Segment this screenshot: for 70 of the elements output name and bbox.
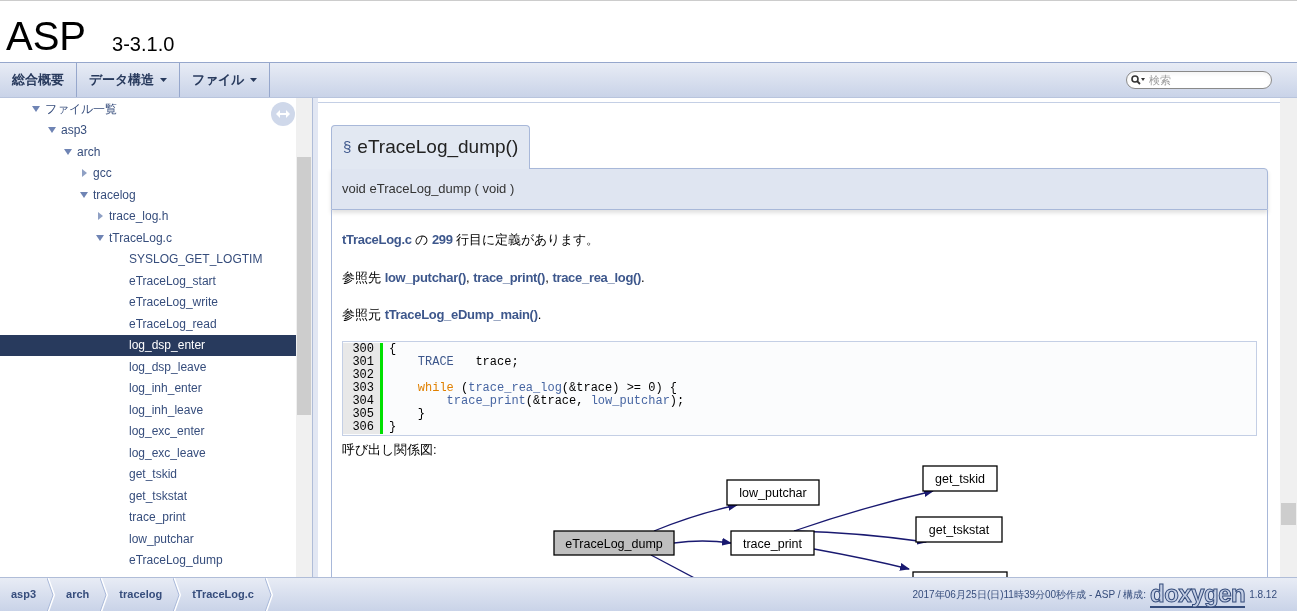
doxygen-version: 1.8.12	[1249, 588, 1277, 602]
tree-item[interactable]: ファイル一覧	[0, 98, 296, 120]
sync-icon[interactable]	[271, 102, 295, 126]
line-number: 300	[343, 342, 383, 356]
definition-text: tTraceLog.c の 299 行目に定義があります。	[342, 231, 601, 249]
tree-item[interactable]: log_exc_leave	[0, 442, 296, 464]
code-line: }	[388, 420, 397, 434]
nav-tab[interactable]: 総合概要	[0, 63, 77, 97]
tree-item[interactable]: log_dsp_enter	[0, 334, 296, 356]
nav-tab[interactable]: ファイル	[180, 63, 270, 97]
project-version: 3-3.1.0	[112, 34, 175, 54]
tree-item[interactable]: low_putchar	[0, 528, 296, 550]
tree-item[interactable]: log_dsp_leave	[0, 356, 296, 378]
tree-item[interactable]: log_inh_leave	[0, 399, 296, 421]
graph-title: 呼び出し関係図:	[342, 440, 438, 459]
tree-item[interactable]: SYSLOG_GET_LOGTIM	[0, 248, 296, 270]
splitter[interactable]	[312, 98, 318, 577]
graph-node[interactable]: get_tskid	[922, 465, 998, 492]
generated-text: 2017年06月25日(日)11時39分00秒作成 - ASP / 構成:	[912, 588, 1146, 602]
tree-item[interactable]: log_exc_enter	[0, 420, 296, 442]
tree-item[interactable]: trace_print	[0, 506, 296, 528]
breadcrumb[interactable]: arch	[55, 586, 101, 603]
search-icon	[1131, 75, 1145, 85]
link[interactable]: 299	[431, 232, 453, 247]
tree-item[interactable]: arch	[0, 141, 296, 163]
collapsed-arrow-icon[interactable]	[80, 169, 88, 178]
scrollbar[interactable]	[296, 98, 312, 577]
code-line: {	[388, 342, 397, 356]
caret-icon	[250, 78, 257, 82]
code-line: TRACE trace;	[416, 355, 519, 369]
caret-icon	[160, 78, 167, 82]
project-title: ASP	[6, 16, 87, 56]
tree-item[interactable]: log_inh_enter	[0, 377, 296, 399]
tree-item[interactable]: get_tskstat	[0, 485, 296, 507]
tree-item[interactable]: eTraceLog_write	[0, 291, 296, 313]
breadcrumb[interactable]: asp3	[0, 586, 48, 603]
expanded-arrow-icon[interactable]	[32, 104, 40, 113]
expanded-arrow-icon[interactable]	[64, 147, 72, 156]
nav-tab[interactable]: データ構造	[77, 63, 180, 97]
link[interactable]: low_putchar()	[384, 269, 466, 285]
graph-node[interactable]: get_tskstat	[915, 516, 1003, 543]
tree-item[interactable]: get_tskid	[0, 463, 296, 485]
collapsed-arrow-icon[interactable]	[96, 212, 104, 221]
graph-node[interactable]: low_putchar	[726, 479, 820, 506]
code-line: }	[416, 407, 425, 421]
call-arrow	[673, 537, 732, 546]
tree-item[interactable]: asp3	[0, 119, 296, 141]
expanded-arrow-icon[interactable]	[80, 190, 88, 199]
link[interactable]: tTraceLog_eDump_main()	[384, 307, 538, 322]
tree-item[interactable]: eTraceLog_read	[0, 313, 296, 335]
referenced-by-text: 参照元 tTraceLog_eDump_main().	[342, 306, 543, 324]
tree-item[interactable]: tracelog	[0, 184, 296, 206]
search-field[interactable]: 検索	[1126, 71, 1272, 89]
scrollbar[interactable]	[1280, 98, 1297, 577]
tree-item[interactable]: gcc	[0, 162, 296, 184]
member-prototype: void eTraceLog_dump ( void )	[331, 168, 1268, 210]
breadcrumb[interactable]: tTraceLog.c	[181, 586, 265, 603]
graph-node[interactable]: eTraceLog_dump	[553, 530, 675, 556]
code-line: trace_print(&trace, low_putchar);	[445, 394, 685, 408]
link[interactable]: tTraceLog.c	[342, 232, 412, 247]
tree-item[interactable]: trace_log.h	[0, 205, 296, 227]
expanded-arrow-icon[interactable]	[48, 126, 56, 135]
breadcrumb[interactable]: tracelog	[108, 586, 174, 603]
references-text: 参照先 low_putchar(), trace_print(), trace_rea_log().	[342, 268, 646, 287]
expanded-arrow-icon[interactable]	[96, 233, 104, 242]
code-line: while (trace_rea_log(&trace) >= 0) {	[416, 381, 678, 395]
tree-item[interactable]: eTraceLog_start	[0, 270, 296, 292]
tree-item[interactable]: eTraceLog_dump	[0, 549, 296, 571]
tree-item[interactable]: tTraceLog.c	[0, 227, 296, 249]
graph-node[interactable]: trace_print	[730, 530, 815, 556]
